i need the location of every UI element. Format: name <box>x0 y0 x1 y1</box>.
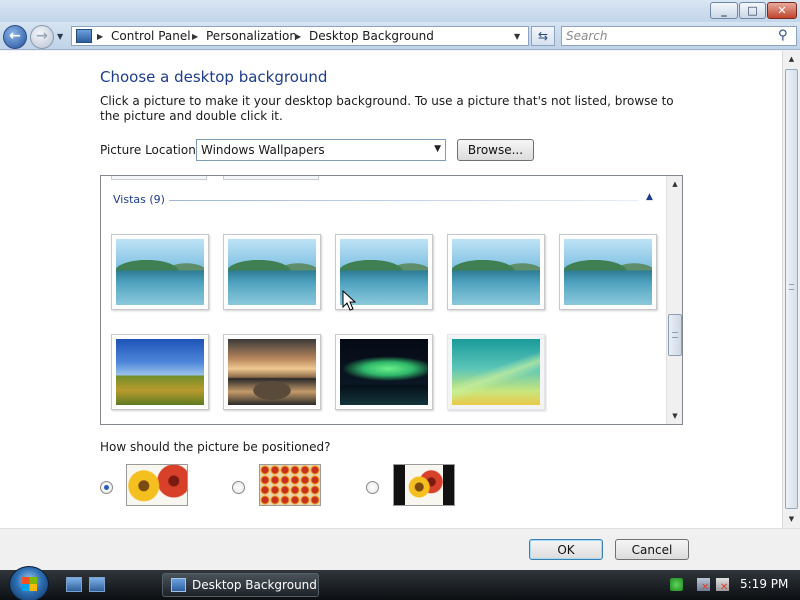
gallery-scrollbar[interactable]: ▲ ▼ <box>666 176 682 424</box>
scroll-up-icon[interactable]: ▲ <box>667 176 682 192</box>
maximize-icon: □ <box>747 4 758 17</box>
clock[interactable]: 5:19 PM <box>740 577 788 591</box>
refresh-icon: ⇆ <box>537 29 549 43</box>
breadcrumb-personalization[interactable]: Personalization <box>206 28 297 45</box>
instructions-text: Click a picture to make it your desktop … <box>100 94 674 123</box>
scroll-thumb[interactable] <box>785 69 798 509</box>
ok-button[interactable]: OK <box>529 539 603 560</box>
forward-button[interactable]: → <box>30 25 54 49</box>
safely-remove-hardware-icon[interactable] <box>670 578 683 591</box>
search-input[interactable] <box>566 28 766 44</box>
wallpaper-thumbnail-vista-lake-4[interactable] <box>447 234 545 310</box>
chevron-right-icon[interactable]: ▶ <box>97 28 103 45</box>
forward-arrow-icon: → <box>36 28 48 44</box>
group-header-label: Vistas (9) <box>113 193 165 206</box>
chevron-right-icon[interactable]: ▶ <box>295 28 301 45</box>
wallpaper-thumbnail-vista-lake-2[interactable] <box>223 234 321 310</box>
wallpaper-image <box>452 239 540 305</box>
wallpaper-thumbnail-vista-lake-5[interactable] <box>559 234 657 310</box>
picture-location-value: Windows Wallpapers <box>201 143 325 157</box>
scroll-down-icon[interactable]: ▼ <box>667 408 682 424</box>
control-panel-icon <box>76 29 92 43</box>
previous-group-thumbnail-edge <box>223 176 319 180</box>
cancel-button[interactable]: Cancel <box>615 539 689 560</box>
address-bar[interactable]: ▶ Control Panel ▶ Personalization ▶ Desk… <box>71 26 529 46</box>
window-scrollbar[interactable]: ▲ ▼ <box>782 51 800 528</box>
fit-to-screen-preview[interactable] <box>126 464 188 506</box>
minimize-button[interactable]: _ <box>710 2 738 19</box>
grip-icon <box>789 284 794 290</box>
wallpaper-image <box>228 339 316 405</box>
radio-center[interactable] <box>366 481 379 494</box>
search-icon[interactable]: ⚲ <box>778 27 788 45</box>
grip-icon <box>672 332 678 338</box>
close-button[interactable]: ✕ <box>767 2 797 19</box>
center-preview[interactable] <box>393 464 455 506</box>
network-disconnected-icon: ✕ <box>701 582 710 593</box>
positioning-question: How should the picture be positioned? <box>100 440 331 454</box>
minimize-icon: _ <box>721 4 727 17</box>
windows-logo-icon <box>22 577 37 591</box>
previous-group-thumbnail-edge <box>111 176 207 180</box>
taskbar: Desktop Background ✕ ✕ 5:19 PM <box>0 566 800 600</box>
command-bar: OK Cancel <box>0 528 800 570</box>
wallpaper-image <box>452 339 540 405</box>
collapse-group-icon[interactable]: ▲ <box>646 192 653 202</box>
control-panel-icon <box>171 578 186 592</box>
wallpaper-thumbnail-vista-lake-1[interactable] <box>111 234 209 310</box>
tile-preview[interactable] <box>259 464 321 506</box>
picture-location-label: Picture Location <box>100 143 196 157</box>
taskbar-button-label: Desktop Background <box>192 578 317 592</box>
wallpaper-thumbnail-vista-rocks[interactable] <box>223 334 321 410</box>
wallpaper-image <box>340 339 428 405</box>
scroll-up-icon[interactable]: ▲ <box>783 51 800 68</box>
scroll-thumb[interactable] <box>668 314 682 356</box>
title-bar: _ □ ✕ <box>0 0 800 22</box>
wallpaper-thumbnail-vista-aurora[interactable] <box>335 334 433 410</box>
back-arrow-icon: ← <box>9 28 21 44</box>
taskbar-button-desktop-background[interactable]: Desktop Background <box>162 573 319 597</box>
address-dropdown-icon[interactable]: ▼ <box>514 28 520 45</box>
browse-button[interactable]: Browse... <box>457 139 534 161</box>
wallpaper-thumbnail-vista-aero[interactable] <box>447 334 545 410</box>
radio-fit-to-screen[interactable] <box>100 481 113 494</box>
wallpaper-thumbnail-vista-hills[interactable] <box>111 334 209 410</box>
maximize-button[interactable]: □ <box>739 2 766 19</box>
chevron-right-icon[interactable]: ▶ <box>192 28 198 45</box>
wallpaper-image <box>564 239 652 305</box>
show-desktop-icon[interactable] <box>66 577 82 592</box>
start-button[interactable] <box>9 566 49 600</box>
volume-muted-icon: ✕ <box>720 582 729 593</box>
recent-pages-dropdown-icon[interactable]: ▼ <box>57 32 63 41</box>
close-icon: ✕ <box>777 4 787 17</box>
refresh-button[interactable]: ⇆ <box>531 26 555 46</box>
group-header-divider <box>169 200 639 201</box>
breadcrumb-desktop-background[interactable]: Desktop Background <box>309 28 434 45</box>
mouse-cursor-icon <box>342 290 357 311</box>
picture-location-select[interactable]: Windows Wallpapers ▼ <box>196 139 446 161</box>
page-title: Choose a desktop background <box>100 68 328 86</box>
wallpaper-image <box>116 339 204 405</box>
radio-tile[interactable] <box>232 481 245 494</box>
switch-windows-icon[interactable] <box>89 577 105 592</box>
search-box[interactable]: ⚲ <box>561 26 797 46</box>
back-button[interactable]: ← <box>3 25 27 49</box>
main-content: Choose a desktop background Click a pict… <box>0 51 782 528</box>
wallpaper-image <box>228 239 316 305</box>
dropdown-arrow-icon[interactable]: ▼ <box>434 144 441 154</box>
picture-gallery[interactable]: Vistas (9) ▲ ▲ ▼ <box>100 175 683 425</box>
wallpaper-image <box>116 239 204 305</box>
scroll-down-icon[interactable]: ▼ <box>783 511 800 528</box>
breadcrumb-control-panel[interactable]: Control Panel <box>111 28 191 45</box>
